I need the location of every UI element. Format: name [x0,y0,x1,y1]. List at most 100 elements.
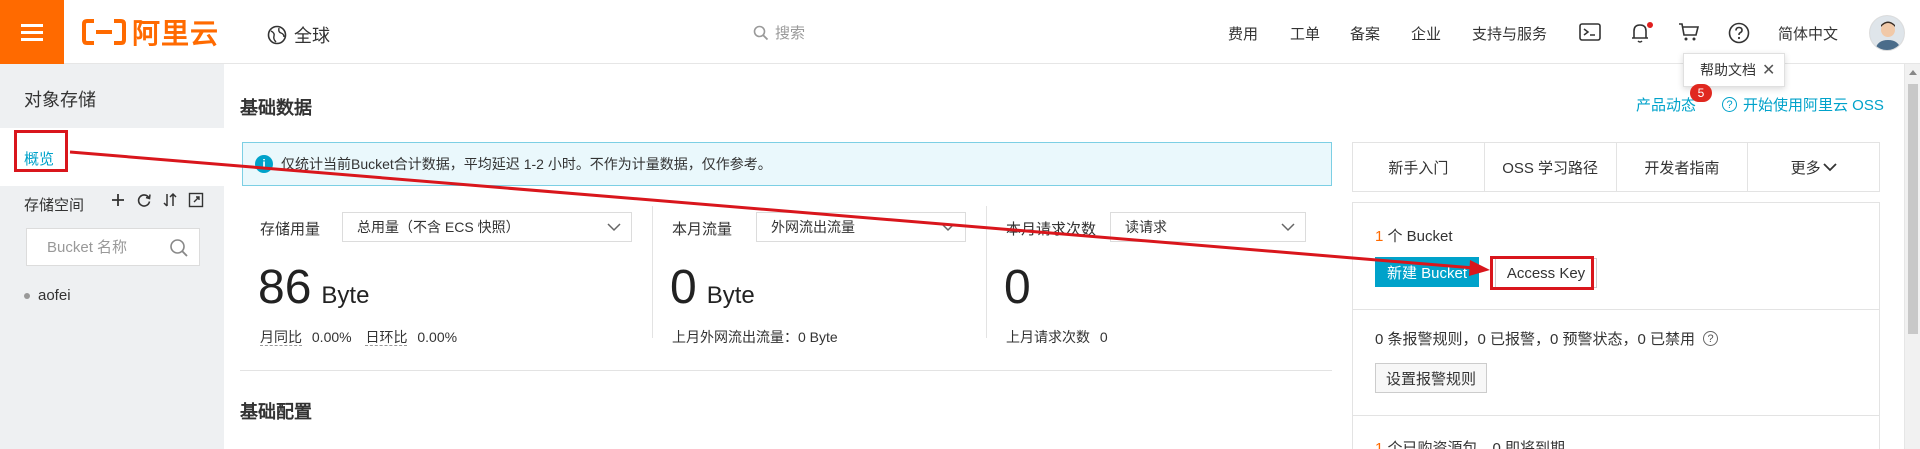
last-month-requests-value: 0 [1099,329,1108,345]
guide-tabs: 新手入门 OSS 学习路径 开发者指南 更多 [1352,142,1880,192]
annotation-box-access-key [1490,256,1594,290]
storage-usage-unit: Byte [321,282,370,309]
tab-learning-path[interactable]: OSS 学习路径 [1485,143,1617,191]
scroll-up-arrow-icon[interactable] [1909,70,1917,75]
help-docs-tooltip: 帮助文档 ✕ [1683,53,1785,87]
help-circle-icon[interactable]: ? [1703,331,1719,346]
bucket-name: aofei [38,287,71,304]
storage-comparison: 月同比 0.00% 日环比 0.00% [260,327,457,347]
bucket-search [26,228,200,266]
user-avatar-icon [1870,16,1904,50]
last-month-requests: 上月请求次数 0 [1006,327,1108,347]
nav-support[interactable]: 支持与服务 [1472,23,1547,44]
tooltip-close-icon[interactable]: ✕ [1762,60,1775,80]
notice-text: 仅统计当前Bucket合计数据，平均延迟 1-2 小时。不作为计量数据，仅作参考… [281,156,772,172]
region-label: 全球 [294,26,330,46]
tab-developer-guide[interactable]: 开发者指南 [1617,143,1749,191]
monthly-traffic-label: 本月流量 [672,221,733,238]
last-month-traffic: 上月外网流出流量：0 Byte [672,329,838,345]
scrollbar-thumb[interactable] [1908,84,1918,334]
product-news-link[interactable]: 产品动态 [1636,94,1696,115]
tooltip-label[interactable]: 帮助文档 [1700,60,1756,80]
aliyun-logo[interactable]: 阿里云 [82,14,219,50]
expand-icon[interactable] [188,192,204,208]
cart-icon[interactable] [1678,22,1700,42]
annotation-box-overview [14,130,68,172]
bucket-search-input[interactable] [27,229,167,265]
last-month-requests-label: 上月请求次数 [1006,329,1090,345]
info-icon: i [255,155,273,173]
bucket-list-item[interactable]: aofei [24,287,71,304]
alarm-summary: 0 条报警规则，0 已报警，0 预警状态，0 已禁用 ? [1375,328,1719,349]
getting-started-link[interactable]: ? 开始使用阿里云 OSS [1722,94,1884,115]
tab-getting-started[interactable]: 新手入门 [1353,143,1485,191]
alarm-summary-text: 0 条报警规则，0 已报警，0 预警状态，0 已禁用 [1375,331,1696,348]
request-type-select-value: 读请求 [1125,219,1167,235]
resource-pack-summary: 1 个已购资源包，0 即将到期 [1375,437,1565,449]
dod-label: 日环比 [365,329,408,346]
terminal-icon[interactable] [1579,22,1601,42]
main-content: 基础数据 产品动态 ? 开始使用阿里云 OSS i 仅统计当前Bucket合计数… [224,64,1904,449]
monthly-traffic-value: 0 Byte [670,260,755,315]
overview-panel: 1 个 Bucket 新建 Bucket Access Key 0 条报警规则，… [1352,202,1880,449]
chevron-down-icon [607,223,621,232]
basic-data-title: 基础数据 [240,98,312,118]
panel-divider [1353,309,1879,310]
region-selector[interactable]: 全球 [267,22,330,48]
storage-usage-select[interactable]: 总用量（不含 ECS 快照） [342,212,632,242]
search-icon[interactable] [169,238,189,258]
add-icon[interactable] [110,192,126,208]
tab-developer-guide-label: 开发者指南 [1644,159,1720,177]
top-navigation-bar: 阿里云 全球 搜索 费用 工单 备案 企业 支持与服务 简体中文 [0,0,1920,64]
stat-divider [652,206,653,338]
stat-divider [986,206,987,338]
refresh-icon[interactable] [136,192,152,208]
sidebar-title: 对象存储 [24,90,96,110]
nav-tickets[interactable]: 工单 [1290,23,1320,44]
user-avatar[interactable] [1869,15,1905,51]
monthly-requests-value: 0 [1004,261,1031,314]
page-scrollbar[interactable] [1904,64,1920,449]
stats-notice: i 仅统计当前Bucket合计数据，平均延迟 1-2 小时。不作为计量数据，仅作… [242,142,1332,186]
request-type-select[interactable]: 读请求 [1110,212,1306,242]
resource-pack-text: 个已购资源包，0 即将到期 [1383,440,1566,449]
monthly-traffic-unit: Byte [706,282,755,309]
tab-getting-started-label: 新手入门 [1388,159,1449,177]
panel-divider [1353,415,1879,416]
nav-enterprise[interactable]: 企业 [1411,23,1441,44]
sort-icon[interactable] [162,192,178,208]
chevron-down-icon [1822,163,1837,172]
storage-usage-value: 86 Byte [258,260,369,315]
aliyun-logo-icon [82,19,126,45]
hamburger-menu-button[interactable] [0,0,64,64]
nav-billing[interactable]: 费用 [1228,23,1258,44]
help-icon[interactable] [1728,22,1750,44]
news-count-badge: 5 [1690,84,1712,102]
tab-learning-path-label: OSS 学习路径 [1502,159,1599,177]
monthly-requests-label: 本月请求次数 [1006,221,1097,238]
nav-icp-filing[interactable]: 备案 [1350,23,1380,44]
storage-space-label: 存储空间 [24,197,85,214]
traffic-type-select-value: 外网流出流量 [771,219,855,235]
search-icon [753,25,769,40]
traffic-type-select[interactable]: 外网流出流量 [756,212,966,242]
set-alarm-rules-button[interactable]: 设置报警规则 [1375,363,1488,393]
monthly-traffic-number: 0 [670,261,697,314]
bucket-count: 1 个 Bucket [1375,225,1453,246]
storage-usage-number: 86 [258,261,312,314]
dod-value: 0.00% [417,329,458,345]
basic-config-title: 基础配置 [240,402,312,422]
global-search[interactable]: 搜索 [753,22,805,43]
yoy-value: 0.00% [311,329,352,345]
section-divider [240,370,1332,371]
tab-more[interactable]: 更多 [1748,143,1879,191]
sidebar: 对象存储 概览 存储空间 aofei [0,64,224,449]
bucket-toolbar [110,192,204,208]
language-selector[interactable]: 简体中文 [1778,23,1838,44]
brand-name: 阿里云 [132,18,220,49]
bucket-count-text: 个 Bucket [1383,228,1453,245]
chevron-down-icon [941,223,955,232]
globe-icon [267,25,287,45]
chevron-down-icon [1281,223,1295,232]
new-bucket-button[interactable]: 新建 Bucket [1375,257,1479,287]
